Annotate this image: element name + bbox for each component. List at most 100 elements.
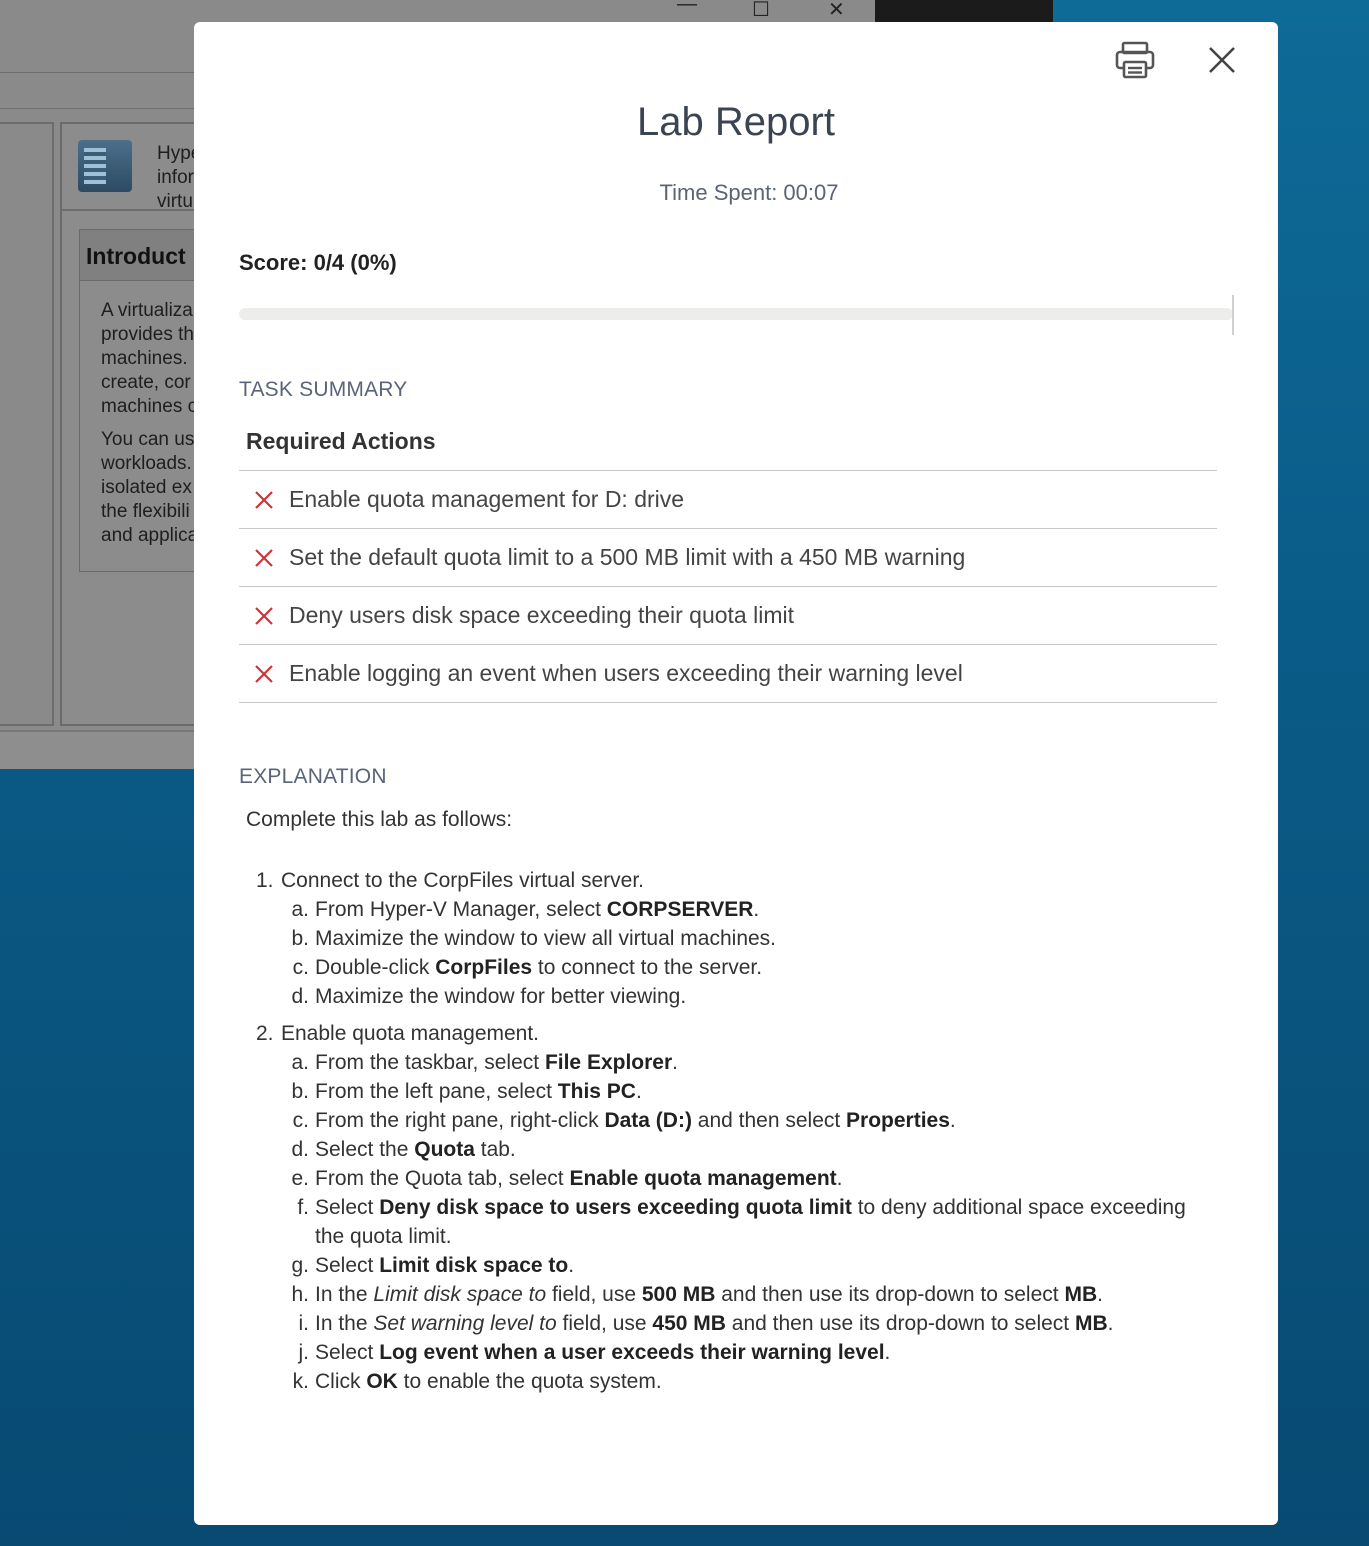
action-text: Set the default quota limit to a 500 MB … bbox=[289, 544, 966, 570]
substep-text: In the bbox=[315, 1312, 374, 1335]
background-intro-line: isolated ex bbox=[101, 477, 192, 498]
substep-emphasis: Deny disk space to users exceeding quota… bbox=[379, 1196, 852, 1219]
substep-letter: c. bbox=[292, 956, 309, 979]
divider bbox=[0, 122, 54, 124]
substep-text: Select bbox=[315, 1196, 380, 1219]
substep-letter: a. bbox=[291, 898, 309, 921]
failed-x-icon bbox=[255, 490, 273, 509]
substep-emphasis: This PC bbox=[557, 1080, 636, 1103]
explanation-step: 1. Connect to the CorpFiles virtual serve… bbox=[256, 866, 1216, 1011]
substep: c. Double-click CorpFiles to connect to t… bbox=[281, 953, 1216, 982]
background-statusbar bbox=[0, 730, 194, 769]
substep-text: . bbox=[672, 1051, 678, 1074]
substep: h. In the Limit disk space to field, use … bbox=[281, 1280, 1216, 1309]
server-icon bbox=[78, 140, 132, 192]
background-intro-line: machines c bbox=[101, 396, 198, 417]
step-text: Enable quota management. bbox=[281, 1022, 540, 1045]
substep: j. Select Log event when a user exceeds t… bbox=[281, 1338, 1216, 1367]
close-icon[interactable] bbox=[1202, 40, 1242, 80]
substep-letter: h. bbox=[291, 1283, 309, 1306]
substep-emphasis: MB bbox=[1074, 1312, 1108, 1335]
time-spent: Time Spent: 00:07 bbox=[659, 180, 839, 205]
substep: c. From the right pane, right-click Data … bbox=[281, 1106, 1216, 1135]
substep-text: Select the bbox=[315, 1138, 415, 1161]
divider bbox=[0, 72, 194, 73]
substep: a. From Hyper-V Manager, select CORPSERVE… bbox=[281, 895, 1216, 924]
substep-text: In the bbox=[315, 1283, 374, 1306]
substep: k. Click OK to enable the quota system. bbox=[281, 1367, 1216, 1396]
substep-text: From the right pane, right-click bbox=[315, 1109, 605, 1132]
step-number: 1. bbox=[256, 869, 274, 892]
required-actions-list: Enable quota management for D: drive Set … bbox=[239, 470, 1217, 703]
background-snippet: virtu bbox=[157, 191, 193, 212]
action-row: Set the default quota limit to a 500 MB … bbox=[239, 529, 1217, 587]
substep-text: and then use its drop-down to select bbox=[725, 1312, 1075, 1335]
substep-text: Click bbox=[315, 1370, 367, 1393]
substep-text: and then select bbox=[691, 1109, 847, 1132]
substep-text: From the taskbar, select bbox=[315, 1051, 545, 1074]
printer-icon[interactable] bbox=[1114, 40, 1156, 80]
background-intro-line: A virtualiza bbox=[101, 300, 193, 321]
substep-text: tab. bbox=[474, 1138, 516, 1161]
substep-emphasis: Quota bbox=[414, 1138, 475, 1161]
substep-text: . bbox=[568, 1254, 575, 1277]
substep-text: . bbox=[1097, 1283, 1103, 1306]
background-intro-title: Introduct bbox=[86, 243, 186, 269]
step-number: 2. bbox=[256, 1022, 274, 1045]
substep-letter: f. bbox=[297, 1196, 309, 1219]
substep-text: . bbox=[1107, 1312, 1114, 1335]
background-intro-line: and applica bbox=[101, 525, 199, 546]
action-row: Enable logging an event when users excee… bbox=[239, 645, 1217, 703]
substep-field-name: Limit disk space to bbox=[373, 1283, 547, 1306]
substep-emphasis: MB bbox=[1064, 1283, 1098, 1306]
substep-text: to enable the quota system. bbox=[397, 1370, 662, 1393]
substep-text: to connect to the server. bbox=[532, 956, 763, 979]
report-title: Lab Report bbox=[637, 100, 835, 144]
failed-x-icon bbox=[255, 664, 273, 683]
explanation-step: 2. Enable quota management. a. From the tas… bbox=[256, 1019, 1216, 1396]
substep: d. Select the Quota tab. bbox=[281, 1135, 1216, 1164]
substep-letter: b. bbox=[291, 1080, 309, 1103]
substep: b. Maximize the window to view all virtua… bbox=[281, 924, 1216, 953]
substep-emphasis: Properties bbox=[846, 1109, 950, 1132]
action-text: Enable logging an event when users excee… bbox=[289, 660, 963, 686]
substep-field-name: Set warning level to bbox=[373, 1312, 557, 1335]
substep-text: . bbox=[836, 1167, 843, 1190]
explanation-heading: EXPLANATION bbox=[239, 765, 387, 788]
substep-letter: e. bbox=[291, 1167, 309, 1190]
background-intro-line: the flexibili bbox=[101, 501, 190, 522]
window-close-button[interactable]: ✕ bbox=[828, 0, 845, 20]
substep-text: From the left pane, select bbox=[315, 1080, 558, 1103]
substep-text: . bbox=[884, 1341, 891, 1364]
step-text: Connect to the CorpFiles virtual server. bbox=[281, 869, 644, 892]
background-intro-line: machines. bbox=[101, 348, 188, 369]
substep: i. In the Set warning level to field, use… bbox=[281, 1309, 1216, 1338]
substep-emphasis: Enable quota management bbox=[569, 1167, 837, 1190]
substep-text: Maximize the window for better viewing. bbox=[315, 985, 687, 1008]
substep: e. From the Quota tab, select Enable quot… bbox=[281, 1164, 1216, 1193]
substep-text: and then use its drop-down to select bbox=[715, 1283, 1065, 1306]
substep-text: field, use bbox=[546, 1283, 642, 1306]
substep: a. From the taskbar, select File Explorer… bbox=[281, 1048, 1216, 1077]
substep-emphasis: Data (D:) bbox=[604, 1109, 692, 1132]
progress-end-marker bbox=[1232, 295, 1234, 335]
failed-x-icon bbox=[255, 548, 273, 567]
divider bbox=[0, 108, 194, 109]
substep-letter: k. bbox=[292, 1370, 309, 1393]
maximize-button[interactable]: ☐ bbox=[752, 0, 770, 20]
substep-text: Select bbox=[315, 1254, 380, 1277]
substep-text: . bbox=[635, 1080, 642, 1103]
substep-letter: g. bbox=[291, 1254, 309, 1277]
substep-text: From Hyper-V Manager, select bbox=[315, 898, 607, 921]
substep-emphasis: 500 MB bbox=[641, 1283, 716, 1306]
substep-letter: j. bbox=[298, 1341, 310, 1364]
minimize-button[interactable]: — bbox=[677, 0, 697, 14]
substep-letter: d. bbox=[291, 1138, 309, 1161]
substep-emphasis: File Explorer bbox=[544, 1051, 673, 1074]
substep-emphasis: Log event when a user exceeds their warn… bbox=[379, 1341, 885, 1364]
background-snippet: infor bbox=[157, 167, 194, 188]
substep-emphasis: 450 MB bbox=[652, 1312, 726, 1335]
substep: f. Select Deny disk space to users exceed… bbox=[281, 1193, 1216, 1251]
substep-letter: c. bbox=[292, 1109, 309, 1132]
substep-emphasis: Limit disk space to bbox=[379, 1254, 569, 1277]
